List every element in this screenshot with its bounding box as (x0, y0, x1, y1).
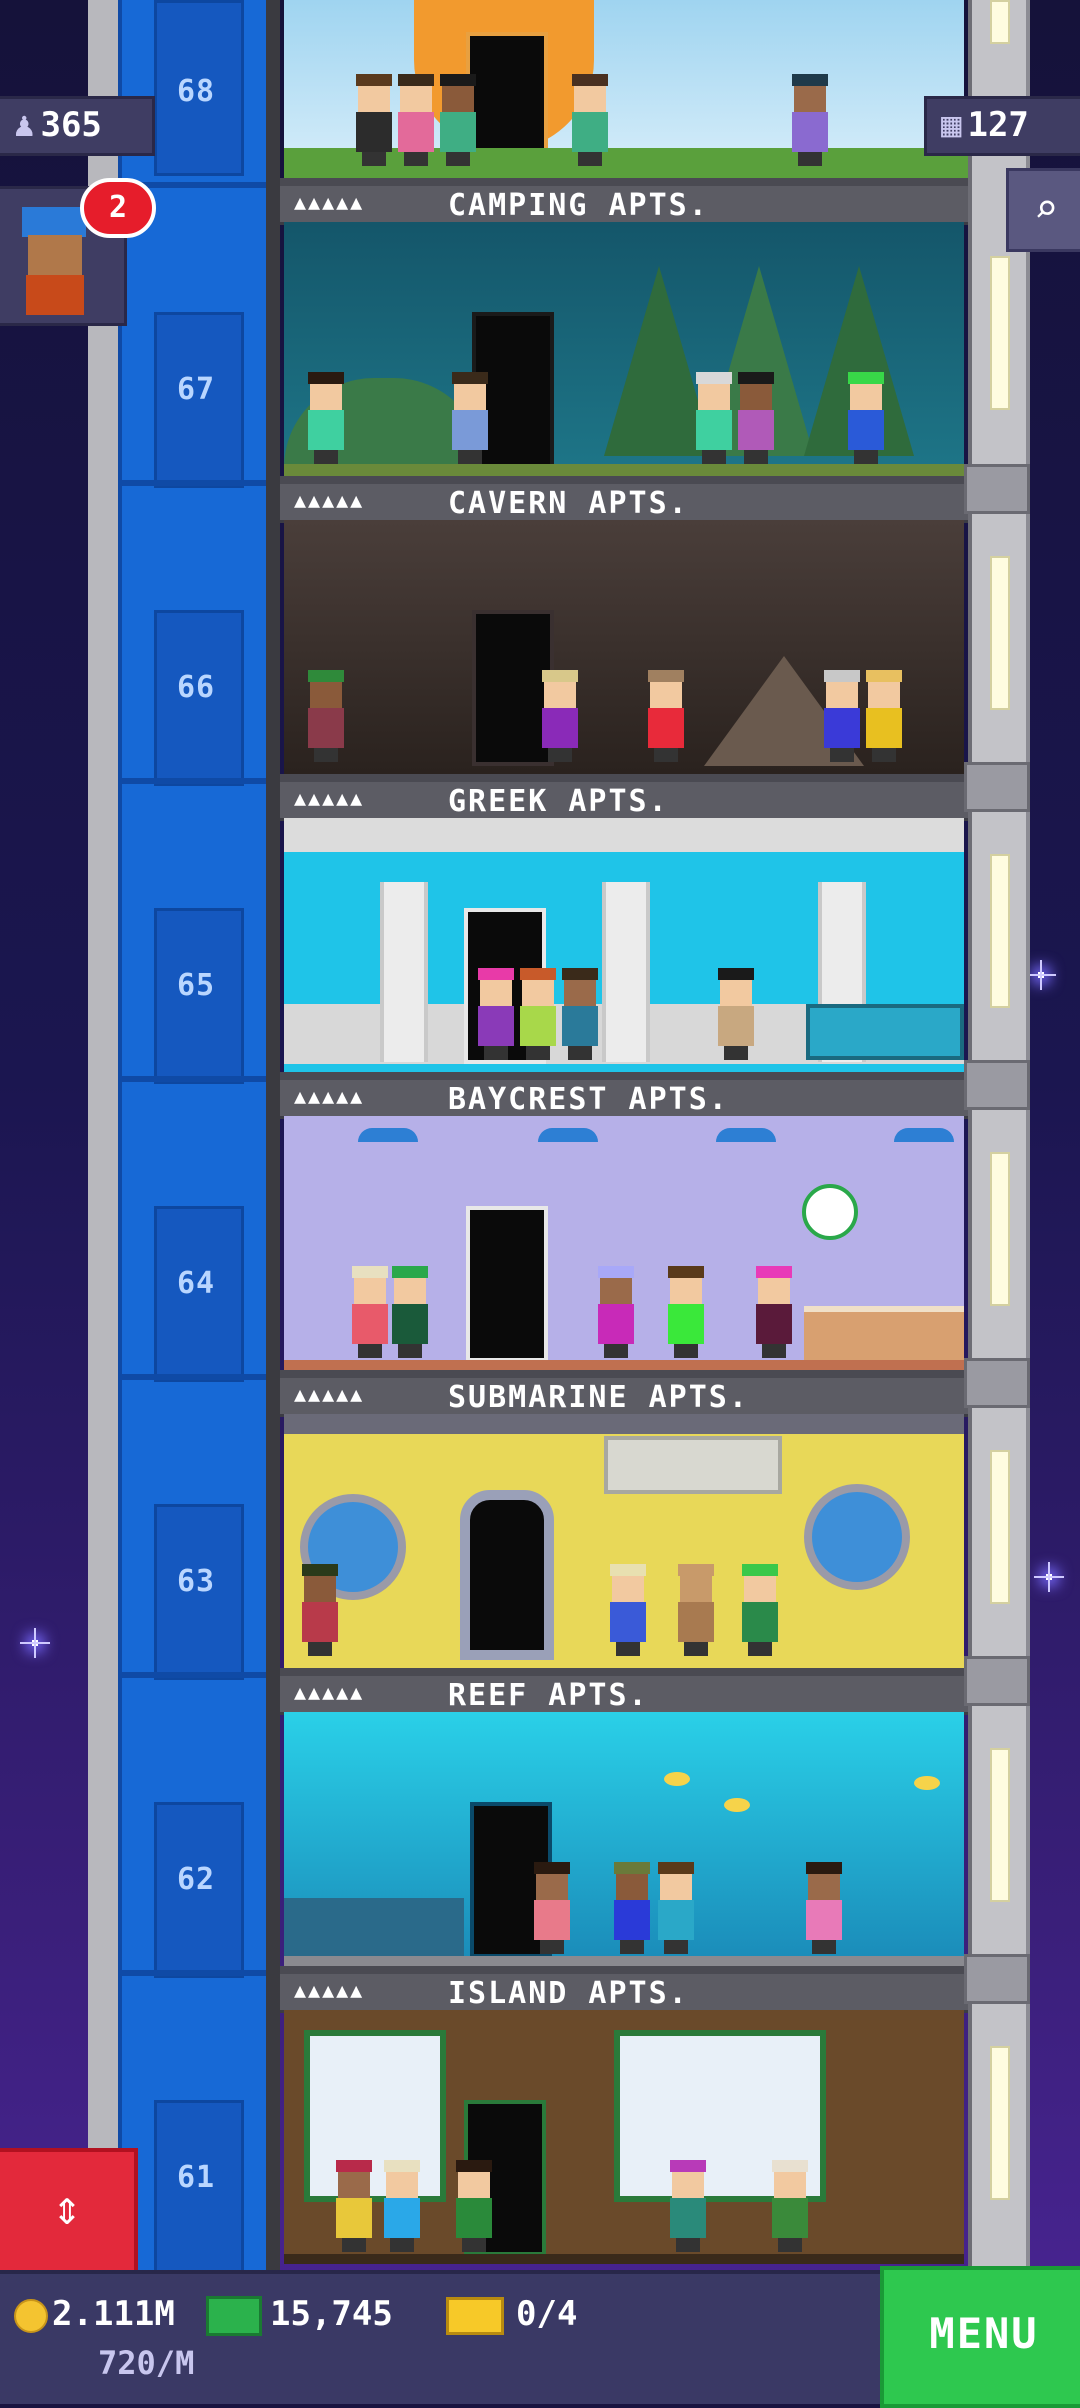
floor-number-66: 66 (176, 670, 216, 705)
floor-stars: ▲▲▲▲▲ (294, 190, 365, 214)
floor-divider (280, 476, 968, 484)
floor-name: REEF APTS. (448, 1678, 649, 1713)
menu-button[interactable]: MENU (880, 2266, 1080, 2408)
floor-name: SUBMARINE APTS. (448, 1380, 749, 1415)
floor-name: BAYCREST APTS. (448, 1082, 729, 1117)
floor-greek-apts[interactable]: ▲▲▲▲▲ GREEK APTS. (280, 782, 968, 1080)
reef-room (284, 1712, 964, 1966)
floor-number-64: 64 (176, 1266, 216, 1301)
floor-baycrest-apts[interactable]: ▲▲▲▲▲ BAYCREST APTS. (280, 1080, 968, 1378)
floor-reef-apts[interactable]: ▲▲▲▲▲ REEF APTS. (280, 1676, 968, 1974)
floor-divider (280, 1966, 968, 1974)
floor-number-62: 62 (176, 1862, 216, 1897)
camping-room (284, 222, 964, 476)
baycrest-room (284, 1116, 964, 1370)
floor-label-bar: ▲▲▲▲▲ ISLAND APTS. (280, 1974, 968, 2013)
floor-name: CAMPING APTS. (448, 188, 709, 223)
person-icon: ♟ (14, 105, 35, 145)
floor-label-bar: ▲▲▲▲▲ BAYCREST APTS. (280, 1080, 968, 1119)
star-sparkle (1026, 960, 1056, 990)
floor-number-67: 67 (176, 372, 216, 407)
coin-stat[interactable]: 2.111M (14, 2294, 175, 2334)
floor-count-value: 127 (967, 105, 1029, 145)
elevator-rail (266, 0, 280, 2270)
visitor-body (26, 275, 84, 315)
star-sparkle (1034, 1562, 1064, 1592)
elevator-button[interactable]: ⇕ (0, 2148, 138, 2274)
bux-stat[interactable]: 15,745 (206, 2294, 393, 2336)
magnifier-icon: ⌕ (1033, 186, 1059, 232)
floor-divider (280, 1072, 968, 1080)
floor-label-bar: ▲▲▲▲▲ SUBMARINE APTS. (280, 1378, 968, 1417)
floor-camping-apts[interactable]: ▲▲▲▲▲ CAMPING APTS. (280, 186, 968, 484)
floor-name: GREEK APTS. (448, 784, 669, 819)
tower-right-frame (964, 0, 1030, 2270)
ticket-icon (446, 2296, 504, 2335)
building-icon: ▦ (941, 105, 962, 145)
floor-stars: ▲▲▲▲▲ (294, 1084, 365, 1108)
elevator-shaft[interactable]: 68 67 66 65 64 63 62 61 (118, 0, 274, 2276)
garden-room (284, 0, 968, 178)
floor-cavern-apts[interactable]: ▲▲▲▲▲ CAVERN APTS. (280, 484, 968, 782)
floor-68-room[interactable] (280, 0, 968, 186)
floor-counter[interactable]: ▦ 127 (924, 96, 1080, 156)
visitor-count-badge: 2 (80, 178, 156, 238)
floor-label-bar: ▲▲▲▲▲ CAMPING APTS. (280, 186, 968, 225)
floor-divider (280, 1370, 968, 1378)
floor-number-61: 61 (176, 2160, 216, 2195)
clock-icon (802, 1184, 858, 1240)
population-value: 365 (40, 105, 102, 145)
floor-stars: ▲▲▲▲▲ (294, 1680, 365, 1704)
floor-stars: ▲▲▲▲▲ (294, 1978, 365, 2002)
floor-number-65: 65 (176, 968, 216, 1003)
door (460, 1490, 554, 1660)
cavern-room (284, 520, 964, 774)
floor-submarine-apts[interactable]: ▲▲▲▲▲ SUBMARINE APTS. (280, 1378, 968, 1676)
floor-stars: ▲▲▲▲▲ (294, 488, 365, 512)
bux-icon (206, 2295, 262, 2336)
tower-left-frame (88, 0, 122, 2270)
population-counter[interactable]: ♟ 365 (0, 96, 155, 156)
floor-stars: ▲▲▲▲▲ (294, 786, 365, 810)
coin-value: 2.111M (52, 2294, 175, 2334)
up-down-arrows-icon: ⇕ (52, 2180, 82, 2236)
floor-number-63: 63 (176, 1564, 216, 1599)
floor-name: CAVERN APTS. (448, 486, 689, 521)
submarine-room (284, 1414, 964, 1668)
floor-stars: ▲▲▲▲▲ (294, 1382, 365, 1406)
visitor-cap (22, 207, 86, 237)
floor-divider (280, 178, 968, 186)
search-button[interactable]: ⌕ (1006, 168, 1080, 252)
island-room (284, 2010, 964, 2264)
ticket-value: 0/4 (516, 2294, 578, 2334)
floor-label-bar: ▲▲▲▲▲ GREEK APTS. (280, 782, 968, 821)
floor-island-apts[interactable]: ▲▲▲▲▲ ISLAND APTS. (280, 1974, 968, 2272)
bux-value: 15,745 (270, 2294, 393, 2334)
floor-divider (280, 774, 968, 782)
floor-label-bar: ▲▲▲▲▲ REEF APTS. (280, 1676, 968, 1715)
ticket-stat[interactable]: 0/4 (446, 2294, 577, 2335)
star-sparkle (20, 1628, 50, 1658)
floor-name: ISLAND APTS. (448, 1976, 689, 2011)
door (466, 1206, 548, 1362)
floor-label-bar: ▲▲▲▲▲ CAVERN APTS. (280, 484, 968, 523)
coin-rate: 720/M (98, 2344, 195, 2382)
coin-icon (14, 2298, 48, 2333)
greek-room (284, 818, 964, 1072)
visitor-face (28, 235, 82, 275)
floor-divider (280, 1668, 968, 1676)
